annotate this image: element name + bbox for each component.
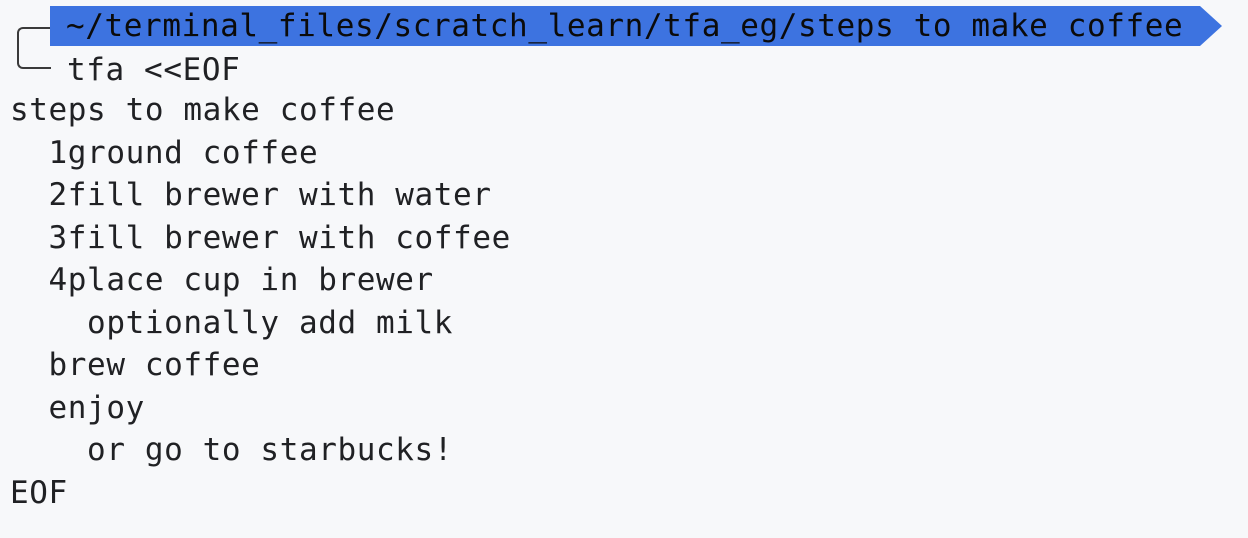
prompt-bracket [17, 27, 51, 69]
path-segment-arrow-icon [1200, 6, 1222, 46]
output-line: brew coffee [10, 347, 261, 383]
command-input[interactable]: tfa <<EOF [67, 50, 240, 90]
output-line: optionally add milk [10, 305, 454, 341]
output-line: 1ground coffee [10, 135, 319, 171]
output-line: enjoy [10, 390, 145, 426]
current-directory-path: ~/terminal_files/scratch_learn/tfa_eg/st… [66, 8, 1184, 44]
output-line: EOF [10, 475, 68, 511]
output-line: 2fill brewer with water [10, 177, 492, 213]
terminal-window[interactable]: ~/terminal_files/scratch_learn/tfa_eg/st… [0, 0, 1248, 538]
output-line: 4place cup in brewer [10, 262, 434, 298]
output-line: 3fill brewer with coffee [10, 220, 511, 256]
output-line: steps to make coffee [10, 92, 396, 128]
output-line: or go to starbucks! [10, 432, 454, 468]
